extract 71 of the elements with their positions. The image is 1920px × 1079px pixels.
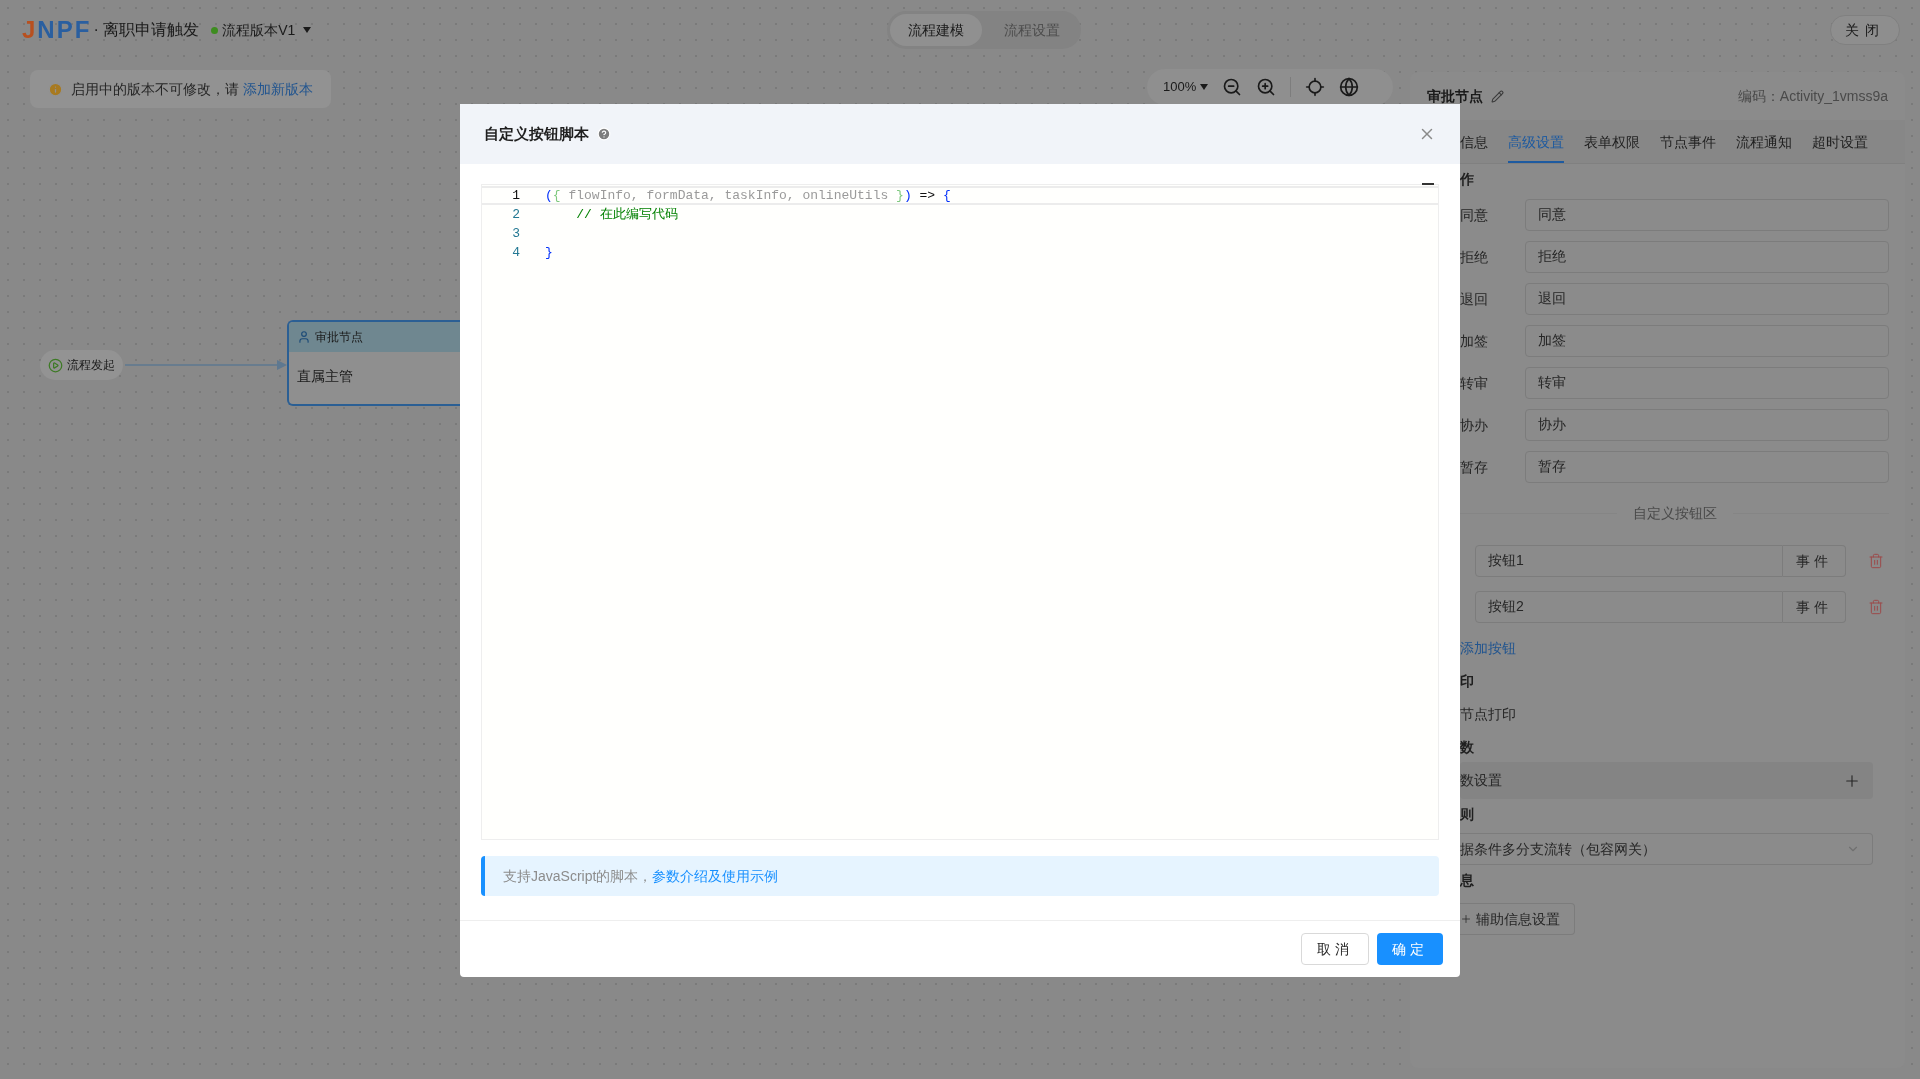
panel-tab[interactable]: 超时设置 (1812, 123, 1868, 163)
panel-tab[interactable]: 流程通知 (1736, 123, 1792, 163)
version-dropdown[interactable]: 流程版本V1 (222, 19, 312, 41)
confirm-button[interactable]: 确定 (1377, 933, 1443, 965)
section-heading: 印 (1460, 672, 1474, 691)
node-title: 审批节点 (315, 329, 363, 346)
code-line: ({ flowInfo, formData, taskInfo, onlineUtils }) => { (545, 186, 951, 205)
panel-tab[interactable]: 表单权限 (1584, 123, 1640, 163)
panel-tab[interactable]: 信息 (1460, 123, 1488, 163)
text-field[interactable]: 按钮1 (1475, 545, 1783, 577)
panel-title: 审批节点 (1427, 86, 1483, 106)
field-label: 转审 (1460, 373, 1489, 393)
divider-label: 自定义按钮区 (1632, 503, 1717, 523)
zoom-in-icon[interactable] (1256, 77, 1277, 97)
field-label: 暂存 (1460, 457, 1489, 477)
approval-node[interactable]: 审批节点 直属主管 (287, 320, 460, 406)
section-heading: 则 (1460, 805, 1474, 824)
notice-text: 启用中的版本不可修改，请 添加新版本 (71, 79, 313, 99)
help-icon[interactable] (597, 127, 611, 141)
select-field[interactable]: 据条件多分支流转（包容网关） (1460, 833, 1873, 865)
text-field[interactable]: 暂存 (1525, 451, 1889, 483)
field-label: 同意 (1460, 205, 1489, 225)
cancel-button[interactable]: 取消 (1301, 933, 1369, 965)
edit-icon[interactable] (1491, 89, 1504, 103)
flow-title: · 离职申请触发 (93, 20, 200, 40)
play-icon (48, 357, 63, 373)
parameter-row[interactable]: 数设置 (1460, 762, 1873, 799)
print-option: 节点打印 (1460, 703, 1516, 725)
line-number: 3 (511, 224, 520, 243)
line-number: 4 (511, 243, 520, 262)
text-field[interactable]: 按钮2 (1475, 591, 1783, 623)
node-code: 编码：Activity_1vmss9a (1737, 86, 1888, 106)
code-line: // 在此编写代码 (575, 205, 678, 224)
field-label: 退回 (1460, 289, 1489, 309)
start-node[interactable]: 流程发起 (40, 350, 123, 380)
code-editor[interactable]: 1 ({ flowInfo, formData, taskInfo, onlineUtils }) => { 2 // 在此编写代码 3 4 } (481, 184, 1439, 840)
plus-icon (1460, 913, 1472, 925)
dialog-title: 自定义按钮脚本 (484, 123, 589, 144)
text-field[interactable]: 同意 (1525, 199, 1889, 231)
line-number: 1 (511, 186, 520, 205)
add-version-link[interactable]: 添加新版本 (242, 80, 313, 97)
node-assignee: 直属主管 (297, 368, 353, 384)
examples-link[interactable]: 参数介绍及使用示例 (652, 867, 779, 884)
text-field[interactable]: 转审 (1525, 367, 1889, 399)
field-label: 加签 (1460, 331, 1489, 351)
locate-icon[interactable] (1305, 77, 1326, 97)
mode-tab[interactable]: 流程建模 (890, 14, 982, 46)
info-icon (48, 81, 63, 97)
text-field[interactable]: 拒绝 (1525, 241, 1889, 273)
text-field[interactable]: 加签 (1525, 325, 1889, 357)
code-line: } (545, 243, 553, 262)
logo: JNPF (22, 15, 92, 45)
field-label: 协办 (1460, 415, 1489, 435)
globe-icon[interactable] (1339, 77, 1360, 97)
section-heading: 息 (1460, 871, 1474, 890)
caret-icon (303, 27, 312, 33)
text-field[interactable]: 退回 (1525, 283, 1889, 315)
field-label: 拒绝 (1460, 247, 1489, 267)
event-button[interactable]: 事件 (1783, 545, 1846, 577)
text-field[interactable]: 协办 (1525, 409, 1889, 441)
close-button[interactable]: 关闭 (1830, 15, 1900, 45)
zoom-out-icon[interactable] (1222, 77, 1243, 97)
section-heading: 数 (1460, 738, 1474, 757)
user-icon (297, 330, 311, 344)
section-heading: 作 (1460, 170, 1474, 189)
panel-tab[interactable]: 节点事件 (1660, 123, 1716, 163)
hint-text: 支持JavaScript的脚本，参数介绍及使用示例 (503, 866, 779, 886)
zoom-dropdown[interactable]: 100% (1163, 77, 1209, 97)
event-button[interactable]: 事件 (1783, 591, 1846, 623)
auxiliary-info-button[interactable]: 辅助信息设置 (1460, 903, 1575, 935)
line-number: 2 (511, 205, 520, 224)
